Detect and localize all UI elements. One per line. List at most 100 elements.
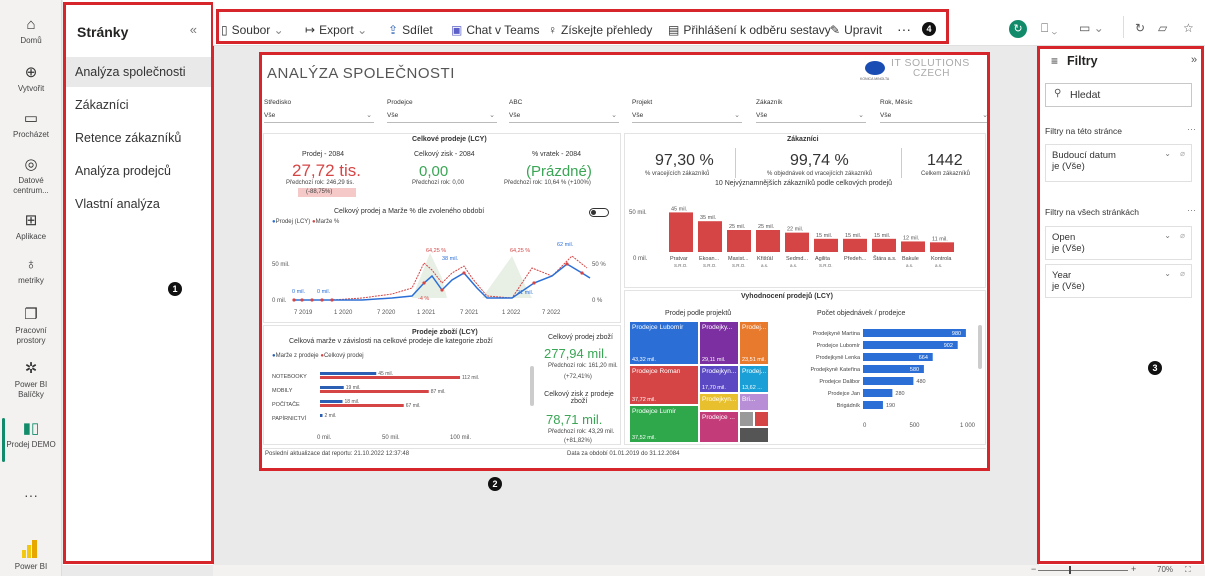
collapse-pages-icon[interactable]: « bbox=[190, 22, 197, 37]
nav-item[interactable]: ⌂ Domů bbox=[0, 16, 62, 46]
slicer-value: Vše bbox=[880, 112, 892, 119]
footer-period: Data za období 01.01.2019 do 31.12.2084 bbox=[567, 451, 680, 457]
zoom-out-button[interactable]: − bbox=[1031, 564, 1036, 574]
slicer-dropdown[interactable]: Vše ⌄ bbox=[756, 110, 866, 123]
report-icon: ▮▯ bbox=[22, 420, 40, 437]
treemap-tile[interactable]: Prodej... 23,51 mil. bbox=[739, 321, 769, 365]
customer-category-sublabel: a.s. bbox=[761, 263, 768, 268]
slicer-dropdown[interactable]: Vše ⌄ bbox=[509, 110, 619, 123]
slicer-value: Vše bbox=[387, 112, 399, 119]
page-tab[interactable]: Retence zákazníků bbox=[63, 123, 213, 153]
nav-item[interactable]: ✲ Power BI Balíčky bbox=[0, 360, 62, 400]
orders-scrollbar[interactable] bbox=[978, 325, 982, 369]
slicer-dropdown[interactable]: Vše ⌄ bbox=[632, 110, 742, 123]
orders-category-label: Prodejce Dalibor bbox=[819, 379, 860, 385]
section-page-filters: Filtry na této stránce bbox=[1045, 126, 1123, 136]
treemap-tile[interactable]: Prodejkyn... bbox=[699, 393, 739, 411]
nav-item[interactable]: ▭ Procházet bbox=[0, 110, 62, 140]
treemap-tile[interactable]: Prodejce Lumír 37,52 mil. bbox=[629, 405, 699, 443]
goods-category-label: POČÍTAČE bbox=[272, 401, 300, 408]
customer-category-sublabel: S.R.O. bbox=[674, 263, 688, 268]
badge-1: 1 bbox=[168, 282, 182, 296]
filter-card-year[interactable]: Year je (Vše) ⌄ ⌀ bbox=[1045, 264, 1192, 298]
more-nav-button[interactable]: ··· bbox=[0, 488, 62, 502]
filter-search-box[interactable]: ⚲ Hledat bbox=[1045, 83, 1192, 107]
sellers-treemap[interactable]: Prodejce Lubomír 43,32 mil. Prodejky... 29,… bbox=[629, 321, 769, 443]
file-menu[interactable]: ▯ Soubor ⌄ bbox=[221, 23, 284, 37]
treemap-tile[interactable]: Prodej... 13,62 ... bbox=[739, 365, 769, 393]
goods-legend: ●Marže z prodeje ●Celkový prodej bbox=[272, 353, 364, 359]
line-marker bbox=[292, 298, 296, 302]
treemap-tile-small[interactable] bbox=[739, 411, 754, 427]
nav-item[interactable]: ⊞ Aplikace bbox=[0, 212, 62, 242]
treemap-tile[interactable]: Prodejky... 29,11 mil. bbox=[699, 321, 739, 365]
refresh-status-icon[interactable]: ↻ bbox=[1009, 20, 1027, 38]
slicer-dropdown[interactable]: Vše ⌄ bbox=[880, 110, 990, 123]
filter-card-open[interactable]: Open je (Vše) ⌄ ⌀ bbox=[1045, 226, 1192, 260]
slicer-dropdown[interactable]: Vše ⌄ bbox=[387, 110, 497, 123]
eraser-icon[interactable]: ⌀ bbox=[1180, 231, 1185, 240]
fit-to-page-icon[interactable]: ⛶ bbox=[1185, 565, 1191, 575]
treemap-tile-label: Prodej... bbox=[742, 368, 767, 375]
bookmark-menu[interactable]: ⎕ ⌄ bbox=[1041, 21, 1057, 36]
eraser-icon[interactable]: ⌀ bbox=[1180, 149, 1185, 158]
favorite-star-icon[interactable]: ☆ bbox=[1183, 21, 1194, 35]
section-all-more[interactable]: ··· bbox=[1187, 205, 1196, 215]
chevron-down-icon[interactable]: ⌄ bbox=[1164, 231, 1171, 240]
section-page-more[interactable]: ··· bbox=[1187, 124, 1196, 134]
treemap-tile[interactable]: Bri... bbox=[739, 393, 769, 411]
page-tab[interactable]: Vlastní analýza bbox=[63, 189, 213, 219]
nav-item[interactable]: ♁ metriky bbox=[0, 256, 62, 286]
treemap-tile[interactable]: Prodejce Roman 37,72 mil. bbox=[629, 365, 699, 405]
zoom-slider-track[interactable] bbox=[1038, 570, 1128, 571]
chevron-down-icon[interactable]: ⌄ bbox=[1164, 269, 1171, 278]
filter-value: je (Vše) bbox=[1052, 161, 1085, 172]
nav-item[interactable]: ◎ Datové centrum... bbox=[0, 156, 62, 196]
x-tick-label: 7 2019 bbox=[294, 310, 313, 316]
orders-axis-label: 0 bbox=[863, 423, 867, 429]
reload-icon[interactable]: ↻ bbox=[1135, 21, 1145, 35]
share-button[interactable]: ⇪ Sdílet bbox=[388, 23, 433, 37]
treemap-tile[interactable]: Prodejce ... bbox=[699, 411, 739, 443]
goods-scrollbar[interactable] bbox=[530, 366, 534, 406]
nav-item[interactable]: ⊕ Vytvořit bbox=[0, 64, 62, 94]
insights-button[interactable]: ♀ Získejte přehledy bbox=[548, 23, 652, 37]
view-menu[interactable]: ▭ ⌄ bbox=[1079, 21, 1104, 35]
treemap-tile[interactable]: Prodejkyn... 17,70 mil. bbox=[699, 365, 739, 393]
filter-card-future-date[interactable]: Budoucí datum je (Vše) ⌄ ⌀ bbox=[1045, 144, 1192, 182]
chevron-down-icon[interactable]: ⌄ bbox=[1164, 149, 1171, 158]
expand-filters-icon[interactable]: » bbox=[1191, 54, 1197, 66]
kpi-divider-2 bbox=[901, 148, 902, 178]
eraser-icon[interactable]: ⌀ bbox=[1180, 269, 1185, 278]
customer-category-label: Kontrola bbox=[931, 256, 952, 262]
goods-title: Prodeje zboží (LCY) bbox=[412, 329, 478, 336]
toggle-switch[interactable] bbox=[589, 208, 609, 217]
slicer-label: Středisko bbox=[264, 99, 292, 106]
subscribe-button[interactable]: ▤ Přihlášení k odběru sestavy bbox=[668, 23, 831, 37]
export-arrow-icon: ↦ bbox=[305, 23, 316, 37]
page-tab[interactable]: Zákazníci bbox=[63, 90, 213, 120]
nav-item[interactable]: ❐ Pracovní prostory bbox=[0, 306, 62, 346]
filter-value: je (Vše) bbox=[1052, 243, 1085, 254]
edit-button[interactable]: ✎ Upravit bbox=[830, 23, 882, 37]
zoom-in-button[interactable]: + bbox=[1131, 564, 1136, 574]
page-tab[interactable]: Analýza prodejců bbox=[63, 156, 213, 186]
zoom-level: 70% bbox=[1157, 565, 1174, 574]
treemap-tile-small[interactable] bbox=[739, 427, 769, 443]
nav-item-label: Vytvořit bbox=[17, 84, 45, 93]
treemap-tile-small[interactable] bbox=[754, 411, 769, 427]
subscribe-icon: ▤ bbox=[668, 23, 680, 37]
comment-icon[interactable]: ▱ bbox=[1158, 21, 1167, 35]
treemap-tile[interactable]: Prodejce Lubomír 43,32 mil. bbox=[629, 321, 699, 365]
more-toolbar-button[interactable]: ··· bbox=[897, 21, 911, 37]
treemap-tile-value: 37,52 mil. bbox=[632, 435, 656, 441]
badge-3: 3 bbox=[1148, 361, 1162, 375]
goods-bar-label: 2 mil. bbox=[325, 413, 337, 419]
page-tab[interactable]: Analýza společnosti bbox=[63, 57, 213, 87]
zoom-slider-thumb[interactable] bbox=[1069, 566, 1071, 574]
slicer-dropdown[interactable]: Vše ⌄ bbox=[264, 110, 374, 123]
teams-chat-button[interactable]: ▣ Chat v Teams bbox=[451, 23, 540, 37]
export-menu[interactable]: ↦ Export ⌄ bbox=[305, 23, 367, 37]
treemap-tile-label: Prodejky... bbox=[702, 324, 733, 331]
nav-item[interactable]: ▮▯ Prodej DEMO bbox=[0, 420, 62, 450]
